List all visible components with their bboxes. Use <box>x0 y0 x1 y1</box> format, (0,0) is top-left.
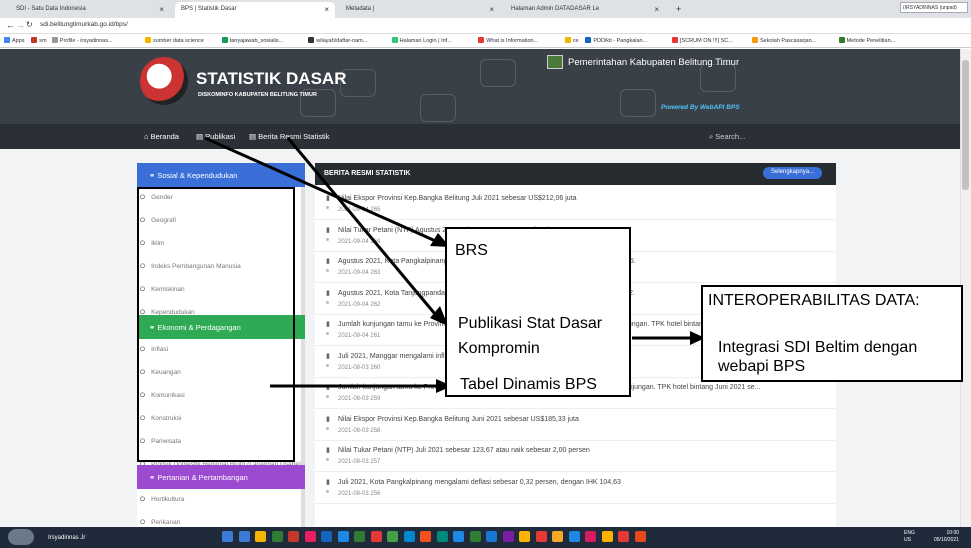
taskbar-app-icon[interactable] <box>552 531 563 542</box>
taskbar-app-icon[interactable] <box>271 531 283 542</box>
taskbar-app-icon[interactable] <box>321 531 332 542</box>
taskbar-app-icon[interactable] <box>387 531 398 542</box>
taskbar-app-icon[interactable] <box>601 531 613 542</box>
taskbar-app-icon[interactable] <box>502 531 514 542</box>
taskbar-app-icon[interactable] <box>618 531 629 542</box>
annotation-brs: BRS <box>455 242 488 260</box>
language-indicator[interactable]: ENG US <box>904 530 915 544</box>
taskbar-app-icon[interactable] <box>634 531 646 542</box>
lang-code: ENG <box>904 530 915 536</box>
lang-region: US <box>904 537 911 543</box>
taskbar-app-icon[interactable] <box>535 531 547 542</box>
taskbar-app-icon[interactable] <box>568 531 580 542</box>
clock-time: 10:00 <box>946 530 960 536</box>
annotation-interop: INTEROPERABILITAS DATA: <box>708 292 920 310</box>
annotation-publikasi: Publikasi Stat Dasar <box>458 315 603 333</box>
system-clock[interactable]: 10:00 05/10/2021 <box>934 530 959 544</box>
taskbar-app-icon[interactable] <box>519 531 530 542</box>
annotation-kompromin: Kompromin <box>458 340 540 358</box>
taskbar-app-icon[interactable] <box>337 531 349 542</box>
taskbar-app-icon[interactable] <box>222 531 233 542</box>
annotation-webapi: webapi BPS <box>718 358 806 376</box>
annotation-tabel: Tabel Dinamis BPS <box>460 376 597 394</box>
taskbar-app-icon[interactable] <box>354 531 365 542</box>
user-avatar[interactable] <box>8 529 34 545</box>
taskbar-app-icon[interactable] <box>304 531 316 542</box>
taskbar-app-icon[interactable] <box>420 531 431 542</box>
taskbar-app-icon[interactable] <box>370 531 382 542</box>
annotation-integrasi: Integrasi SDI Beltim dengan <box>718 339 918 357</box>
taskbar-app-icon[interactable] <box>436 531 448 542</box>
taskbar-app-icon[interactable] <box>453 531 464 542</box>
taskbar-app-icon[interactable] <box>486 531 497 542</box>
clock-date: 05/10/2021 <box>934 537 960 543</box>
taskbar-app-icon[interactable] <box>585 531 596 542</box>
taskbar-user: Irsyadinnas Jr <box>48 535 86 541</box>
taskbar-app-icon[interactable] <box>255 531 266 542</box>
taskbar-app-icon[interactable] <box>403 531 415 542</box>
annotation-box-categories <box>137 187 295 462</box>
taskbar-app-icon[interactable] <box>288 531 299 542</box>
taskbar-app-icon[interactable] <box>469 531 481 542</box>
taskbar-app-icon[interactable] <box>238 531 250 542</box>
